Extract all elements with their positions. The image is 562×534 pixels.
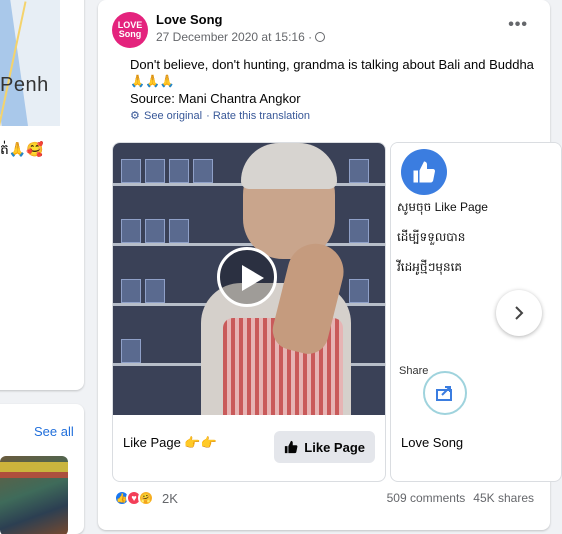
khmer-line-3: វីដេអូថ្មីៗមុនគេ [397, 260, 463, 274]
reactions-summary[interactable]: 👍 ♥ 🤗 2K [114, 490, 178, 506]
video-thumbnail[interactable] [113, 143, 385, 415]
left-photo-thumbnail[interactable] [0, 456, 68, 534]
page-name[interactable]: Love Song [156, 12, 222, 27]
thumbs-up-icon [285, 440, 298, 454]
care-reaction-icon: 🤗 [138, 490, 154, 506]
khmer-line-2: ដើម្បីទទួលបាន [397, 230, 466, 244]
shares-count[interactable]: 45K shares [473, 491, 534, 505]
reaction-count: 2K [162, 490, 178, 506]
post-text: Don't believe, don't hunting, grandma is… [130, 57, 534, 106]
chevron-right-icon [515, 306, 524, 320]
like-badge-icon [401, 149, 447, 195]
share-icon [423, 371, 467, 415]
globe-icon [315, 32, 326, 42]
map-thumbnail[interactable]: Penh [0, 0, 60, 126]
khmer-line-1: សូមចុច Like Page [397, 200, 488, 214]
post-stats: 509 comments 45K shares [387, 491, 534, 505]
attachment-card-video[interactable]: Like Page 👉👉 Like Page [112, 142, 386, 482]
attachment-label: Like Page 👉👉 [123, 435, 217, 450]
left-sidebar-card: Penh ត់🙏🥰 [0, 0, 84, 390]
left-emoji-text: ត់🙏🥰 [0, 141, 44, 157]
rate-translation-link[interactable]: · Rate this translation [206, 110, 310, 122]
attachment-label-2: Love Song [401, 435, 464, 450]
see-original-link[interactable]: See original [144, 110, 202, 122]
post-card: LOVE Song Love Song 27 December 2020 at … [98, 0, 562, 530]
share-label: Share [399, 365, 429, 377]
like-page-button[interactable]: Like Page [274, 431, 375, 463]
comments-count[interactable]: 509 comments [387, 491, 466, 505]
gear-icon: ⚙ [130, 110, 140, 122]
carousel-next-button[interactable] [496, 290, 542, 336]
left-photos-card: See all [0, 404, 84, 534]
post-timestamp[interactable]: 27 December 2020 at 15:16 · [156, 30, 326, 44]
see-all-link[interactable]: See all [34, 424, 74, 439]
play-button[interactable] [217, 247, 277, 307]
attachment-image[interactable]: សូមចុច Like Page ដើម្បីទទួលបាន វីដេអូថ្ម… [391, 143, 561, 415]
more-options-icon[interactable]: ••• [508, 16, 528, 34]
map-label: Penh [0, 74, 49, 96]
translation-row: ⚙ See original · Rate this translation [130, 110, 310, 122]
page-avatar[interactable]: LOVE Song [112, 12, 148, 48]
